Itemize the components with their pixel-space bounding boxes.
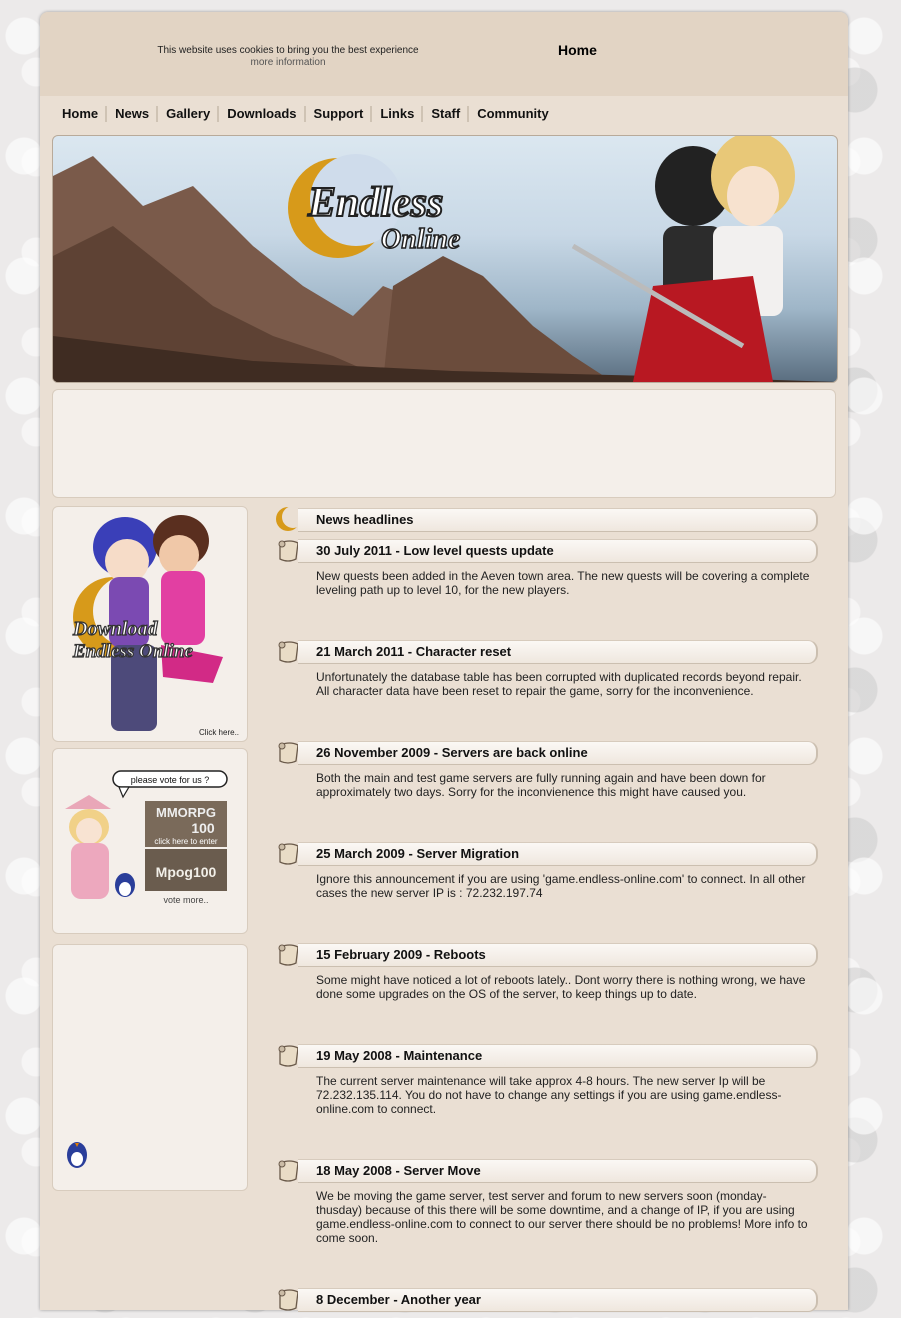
download-subtitle: Endless Online	[72, 641, 193, 662]
news-item-body: We be moving the game server, test serve…	[316, 1189, 808, 1245]
news-item-body: The current server maintenance will take…	[316, 1074, 782, 1116]
news-section: News headlines 30 July 2011 - Low level …	[276, 506, 818, 1312]
download-box[interactable]: Download Endless Online Click here..	[52, 506, 248, 742]
news-item-title: 15 February 2009 - Reboots	[316, 947, 486, 962]
news-item-title: 30 July 2011 - Low level quests update	[316, 543, 554, 558]
vote-box: please vote for us ? MMORPG 100 click he…	[52, 748, 248, 934]
news-item: 19 May 2008 - Maintenance The current se…	[276, 1042, 818, 1116]
mmorpg-click: click here to enter	[154, 837, 217, 846]
page-title: Home	[558, 42, 597, 58]
banner-art: Endless Online	[53, 136, 837, 382]
news-item-title: 19 May 2008 - Maintenance	[316, 1048, 483, 1063]
news-item-title: 18 May 2008 - Server Move	[316, 1163, 481, 1178]
nav-links[interactable]: Links	[372, 106, 424, 122]
main-nav: Home News Gallery Downloads Support Link…	[54, 104, 556, 124]
cookie-text: This website uses cookies to bring you t…	[157, 45, 419, 56]
vote-bubble: please vote for us ?	[131, 775, 210, 785]
news-item: 26 November 2009 - Servers are back onli…	[276, 739, 818, 799]
nav-home[interactable]: Home	[54, 106, 108, 122]
news-headlines-header: News headlines	[276, 506, 818, 532]
download-click[interactable]: Click here..	[199, 728, 239, 737]
vote-art: please vote for us ? MMORPG 100 click he…	[65, 770, 228, 905]
news-item-header: 15 February 2009 - Reboots	[276, 941, 818, 967]
nav-support[interactable]: Support	[306, 106, 373, 122]
mpog-label: Mpog100	[156, 864, 217, 880]
news-item: 18 May 2008 - Server Move We be moving t…	[276, 1157, 818, 1245]
nav-gallery[interactable]: Gallery	[158, 106, 220, 122]
news-item: 8 December - Another year	[276, 1286, 818, 1318]
mmorpg-label: MMORPG	[156, 805, 216, 820]
news-item: 30 July 2011 - Low level quests update N…	[276, 537, 818, 597]
logo-text-endless: Endless	[307, 180, 443, 226]
news-item-header: 21 March 2011 - Character reset	[276, 638, 818, 664]
news-item-body: Ignore this announcement if you are usin…	[316, 872, 806, 900]
header-banner: Endless Online	[52, 135, 838, 383]
top-bar: This website uses cookies to bring you t…	[40, 12, 848, 96]
news-item-title: 26 November 2009 - Servers are back onli…	[316, 745, 588, 760]
news-heading: News headlines	[316, 512, 414, 527]
vote-more-link[interactable]: vote more..	[163, 895, 208, 905]
news-item-title: 25 March 2009 - Server Migration	[316, 846, 520, 861]
news-item: 15 February 2009 - Reboots Some might ha…	[276, 941, 818, 1001]
nav-news[interactable]: News	[107, 106, 159, 122]
download-art: Download Endless Online Click here..	[71, 515, 239, 737]
cookie-more-link[interactable]: more information	[148, 57, 428, 69]
news-item-header: 18 May 2008 - Server Move	[276, 1157, 818, 1183]
news-item: 21 March 2011 - Character reset Unfortun…	[276, 638, 818, 698]
news-item-body: Some might have noticed a lot of reboots…	[316, 973, 806, 1001]
download-title: Download	[72, 618, 158, 640]
cookie-notice: This website uses cookies to bring you t…	[148, 45, 428, 69]
penguin-art	[67, 1142, 87, 1168]
news-item-header: 19 May 2008 - Maintenance	[276, 1042, 818, 1068]
nav-community[interactable]: Community	[469, 106, 556, 122]
news-item-body: Unfortunately the database table has bee…	[316, 670, 802, 698]
mmorpg-number: 100	[191, 820, 215, 836]
page-container: This website uses cookies to bring you t…	[40, 12, 848, 1312]
news-item-header: 30 July 2011 - Low level quests update	[276, 537, 818, 563]
news-item-title: 21 March 2011 - Character reset	[316, 644, 512, 659]
news-item-header: 26 November 2009 - Servers are back onli…	[276, 739, 818, 765]
nav-downloads[interactable]: Downloads	[219, 106, 306, 122]
news-item: 25 March 2009 - Server Migration Ignore …	[276, 840, 818, 900]
news-item-body: Both the main and test game servers are …	[316, 771, 766, 799]
news-item-title: 8 December - Another year	[316, 1292, 481, 1307]
advertisement-area	[52, 389, 836, 498]
sidebar-empty-box	[52, 944, 248, 1191]
logo-text-online: Online	[381, 224, 460, 255]
news-item-header: 25 March 2009 - Server Migration	[276, 840, 818, 866]
news-item-header: 8 December - Another year	[276, 1286, 818, 1312]
nav-staff[interactable]: Staff	[423, 106, 470, 122]
news-item-body: New quests been added in the Aeven town …	[316, 569, 810, 597]
